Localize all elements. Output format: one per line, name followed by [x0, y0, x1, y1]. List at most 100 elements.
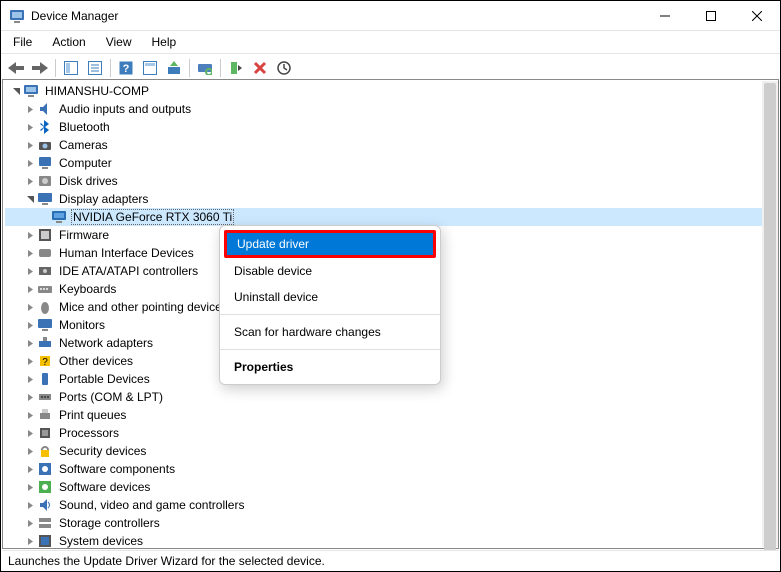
expand-arrow-icon[interactable] — [23, 444, 37, 458]
update-driver-button[interactable] — [163, 57, 185, 79]
tree-category-label: Software components — [57, 462, 177, 476]
tree-category[interactable]: Computer — [5, 154, 778, 172]
scan-hardware-button[interactable] — [194, 57, 216, 79]
tree-category-label: Display adapters — [57, 192, 150, 206]
context-menu-item-update-driver[interactable]: Update driver — [224, 230, 436, 258]
tree-category[interactable]: Ports (COM & LPT) — [5, 388, 778, 406]
category-icon — [37, 245, 53, 261]
tree-category-label: Mice and other pointing devices — [57, 300, 230, 314]
enable-device-button[interactable] — [225, 57, 247, 79]
expand-arrow-icon[interactable] — [23, 390, 37, 404]
expand-arrow-icon[interactable] — [23, 228, 37, 242]
expand-arrow-icon[interactable] — [9, 84, 23, 98]
menu-file[interactable]: File — [5, 33, 40, 51]
expand-arrow-icon[interactable] — [23, 336, 37, 350]
category-icon — [37, 299, 53, 315]
expand-arrow-icon[interactable] — [23, 372, 37, 386]
tree-category[interactable]: Storage controllers — [5, 514, 778, 532]
tree-category-label: IDE ATA/ATAPI controllers — [57, 264, 200, 278]
tree-root[interactable]: HIMANSHU-COMP — [5, 82, 778, 100]
category-icon — [37, 389, 53, 405]
expand-arrow-icon[interactable] — [23, 192, 37, 206]
tree-category[interactable]: Sound, video and game controllers — [5, 496, 778, 514]
category-icon — [37, 371, 53, 387]
category-icon — [37, 191, 53, 207]
expand-arrow-icon[interactable] — [23, 156, 37, 170]
toolbar-button-5[interactable] — [139, 57, 161, 79]
tree-category[interactable]: Disk drives — [5, 172, 778, 190]
tree-category[interactable]: Processors — [5, 424, 778, 442]
close-button[interactable] — [734, 1, 780, 31]
context-menu-item[interactable]: Scan for hardware changes — [220, 319, 440, 345]
svg-text:?: ? — [123, 63, 130, 75]
tree-category[interactable]: Display adapters — [5, 190, 778, 208]
minimize-button[interactable] — [642, 1, 688, 31]
expand-arrow-icon[interactable] — [23, 462, 37, 476]
expand-arrow-icon[interactable] — [23, 300, 37, 314]
maximize-button[interactable] — [688, 1, 734, 31]
category-icon — [37, 425, 53, 441]
scrollbar-thumb[interactable] — [764, 83, 776, 563]
tree-category[interactable]: Security devices — [5, 442, 778, 460]
context-menu-item[interactable]: Uninstall device — [220, 284, 440, 310]
tree-category-label: Audio inputs and outputs — [57, 102, 193, 116]
disable-device-button[interactable] — [273, 57, 295, 79]
tree-category[interactable]: Bluetooth — [5, 118, 778, 136]
tree-category[interactable]: Audio inputs and outputs — [5, 100, 778, 118]
expand-arrow-icon[interactable] — [23, 354, 37, 368]
expand-arrow-icon[interactable] — [23, 480, 37, 494]
forward-button[interactable] — [29, 57, 51, 79]
tree-category-label: Human Interface Devices — [57, 246, 196, 260]
properties-button[interactable] — [84, 57, 106, 79]
tree-category[interactable]: Cameras — [5, 136, 778, 154]
category-icon — [37, 155, 53, 171]
tree-category-label: Portable Devices — [57, 372, 152, 386]
expand-arrow-icon[interactable] — [23, 174, 37, 188]
app-icon — [9, 8, 25, 24]
tree-category[interactable]: Print queues — [5, 406, 778, 424]
expand-arrow-icon[interactable] — [23, 426, 37, 440]
tree-category[interactable]: Software devices — [5, 478, 778, 496]
expand-arrow-icon[interactable] — [23, 120, 37, 134]
tree-category-label: Software devices — [57, 480, 152, 494]
titlebar: Device Manager — [1, 1, 780, 31]
help-button[interactable]: ? — [115, 57, 137, 79]
context-menu-separator — [220, 314, 440, 315]
tree-category-label: Network adapters — [57, 336, 155, 350]
vertical-scrollbar[interactable] — [762, 81, 778, 547]
category-icon — [37, 533, 53, 549]
category-icon — [37, 119, 53, 135]
expand-arrow-icon[interactable] — [23, 408, 37, 422]
tree-category-label: Sound, video and game controllers — [57, 498, 246, 512]
category-icon — [37, 317, 53, 333]
category-icon — [37, 443, 53, 459]
tree-category-label: Bluetooth — [57, 120, 112, 134]
expand-arrow-icon[interactable] — [23, 534, 37, 548]
tree-category-label: Print queues — [57, 408, 128, 422]
context-menu-item[interactable]: Properties — [220, 354, 440, 380]
tree-category[interactable]: Software components — [5, 460, 778, 478]
menu-action[interactable]: Action — [44, 33, 93, 51]
expand-arrow-icon[interactable] — [23, 138, 37, 152]
expand-arrow-icon[interactable] — [23, 318, 37, 332]
context-menu-item[interactable]: Disable device — [220, 258, 440, 284]
back-button[interactable] — [5, 57, 27, 79]
svg-text:?: ? — [42, 357, 48, 368]
uninstall-device-button[interactable] — [249, 57, 271, 79]
tree-category-label: Keyboards — [57, 282, 118, 296]
toolbar-separator — [110, 59, 111, 77]
expand-arrow-icon[interactable] — [23, 516, 37, 530]
tree-category[interactable]: System devices — [5, 532, 778, 549]
tree-device-label: NVIDIA GeForce RTX 3060 Ti — [71, 209, 234, 225]
show-hide-tree-button[interactable] — [60, 57, 82, 79]
toolbar-separator — [189, 59, 190, 77]
menu-view[interactable]: View — [98, 33, 140, 51]
expand-arrow-icon[interactable] — [23, 282, 37, 296]
menu-help[interactable]: Help — [144, 33, 185, 51]
expand-arrow-icon[interactable] — [23, 246, 37, 260]
tree-device[interactable]: NVIDIA GeForce RTX 3060 Ti — [5, 208, 778, 226]
context-menu: Update driverDisable deviceUninstall dev… — [219, 225, 441, 385]
expand-arrow-icon[interactable] — [23, 102, 37, 116]
expand-arrow-icon[interactable] — [23, 264, 37, 278]
expand-arrow-icon[interactable] — [23, 498, 37, 512]
